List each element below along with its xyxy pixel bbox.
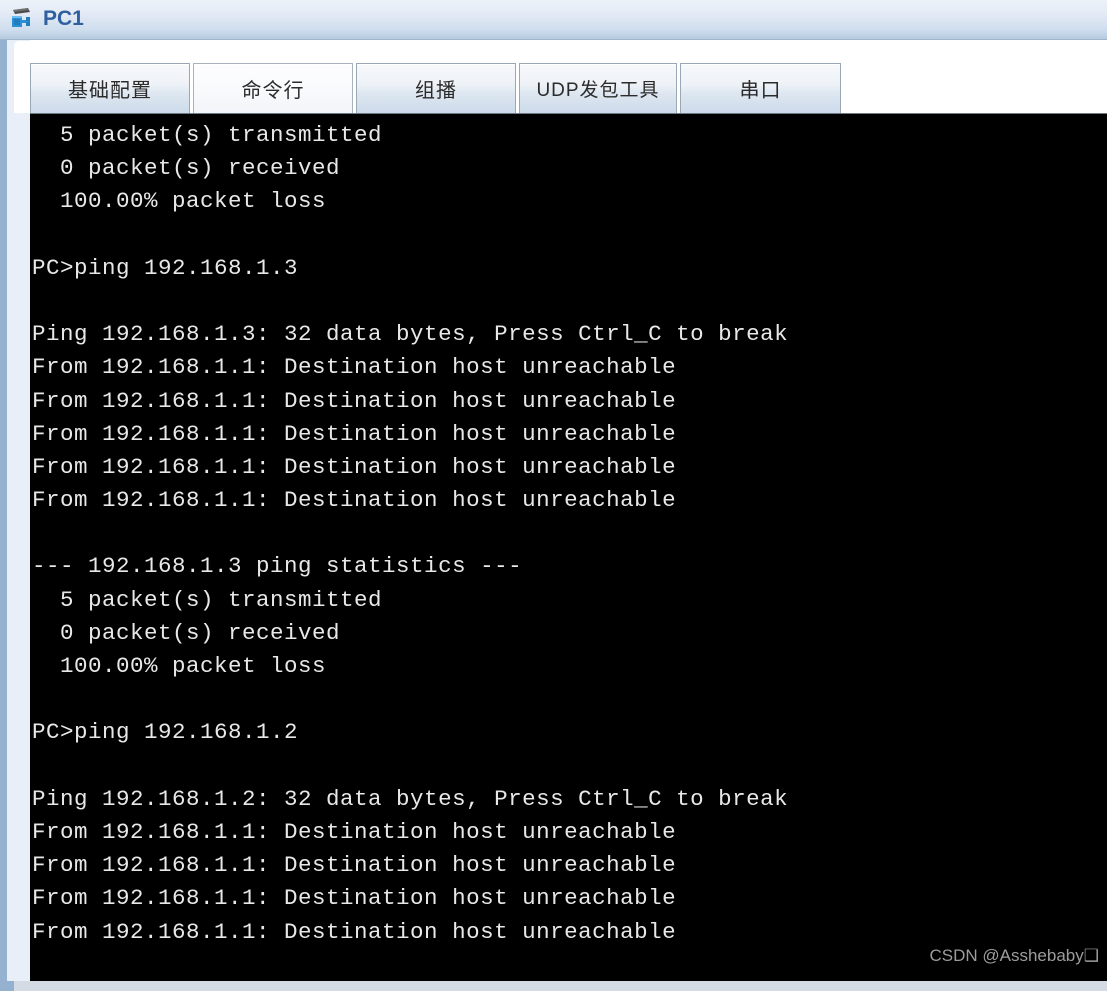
terminal-line: From 192.168.1.1: Destination host unrea… [32,818,677,845]
terminal-line: From 192.168.1.1: Destination host unrea… [32,852,677,879]
terminal-line: PC>ping 192.168.1.3 [32,254,299,281]
tab-udp-tool[interactable]: UDP发包工具 [519,63,677,113]
command-line-terminal[interactable]: 5 packet(s) transmitted 0 packet(s) rece… [30,113,1107,982]
terminal-line: PC>ping 192.168.1.2 [32,719,299,746]
terminal-line: From 192.168.1.1: Destination host unrea… [32,420,677,447]
window-bottom-edge [14,981,1107,991]
terminal-line: From 192.168.1.1: Destination host unrea… [32,387,677,414]
tab-label: 组播 [415,80,457,102]
tab-multicast[interactable]: 组播 [356,63,516,113]
window-title-text: PC1 [43,7,84,30]
terminal-line: 0 packet(s) received [32,155,341,182]
terminal-line: 100.00% packet loss [32,653,327,679]
terminal-line: From 192.168.1.1: Destination host unrea… [32,885,677,912]
window-title-wrap: PC1 [9,3,84,35]
tab-label: 基础配置 [68,80,152,102]
window-left-rail-outer [0,40,7,991]
tab-label: 命令行 [241,80,305,102]
tab-serial-port[interactable]: 串口 [680,63,841,113]
terminal-line: --- 192.168.1.3 ping statistics --- [32,553,523,580]
terminal-line: From 192.168.1.1: Destination host unrea… [32,487,677,514]
tab-command-line[interactable]: 命令行 [193,63,353,113]
watermark-text: CSDN @Asshebaby❑ [929,946,1099,965]
terminal-line: 100.00% packet loss [32,188,327,215]
terminal-line: From 192.168.1.1: Destination host unrea… [32,918,677,945]
terminal-line: Ping 192.168.1.3: 32 data bytes, Press C… [32,321,789,348]
terminal-line: 5 packet(s) transmitted [32,586,383,613]
tab-basic-config[interactable]: 基础配置 [30,63,190,113]
window-bottom-rail-outer [0,981,14,991]
window-titlebar: PC1 [0,0,1107,40]
terminal-line: Ping 192.168.1.2: 32 data bytes, Press C… [32,785,789,812]
terminal-output: 5 packet(s) transmitted 0 packet(s) rece… [32,119,1107,949]
terminal-line: 5 packet(s) transmitted [32,122,383,148]
terminal-line: From 192.168.1.1: Destination host unrea… [32,453,677,480]
window-left-rail-inner [7,40,30,991]
terminal-line: From 192.168.1.1: Destination host unrea… [32,354,677,381]
pc1-window: PC1 基础配置 命令行 组播 UDP发包工具 串口 5 packet(s) t… [0,0,1107,991]
tab-label: 串口 [739,80,782,102]
tab-label: UDP发包工具 [536,80,660,101]
tab-bar: 基础配置 命令行 组播 UDP发包工具 串口 [30,61,844,113]
pc-device-icon [12,8,30,27]
terminal-line: 0 packet(s) received [32,619,341,646]
